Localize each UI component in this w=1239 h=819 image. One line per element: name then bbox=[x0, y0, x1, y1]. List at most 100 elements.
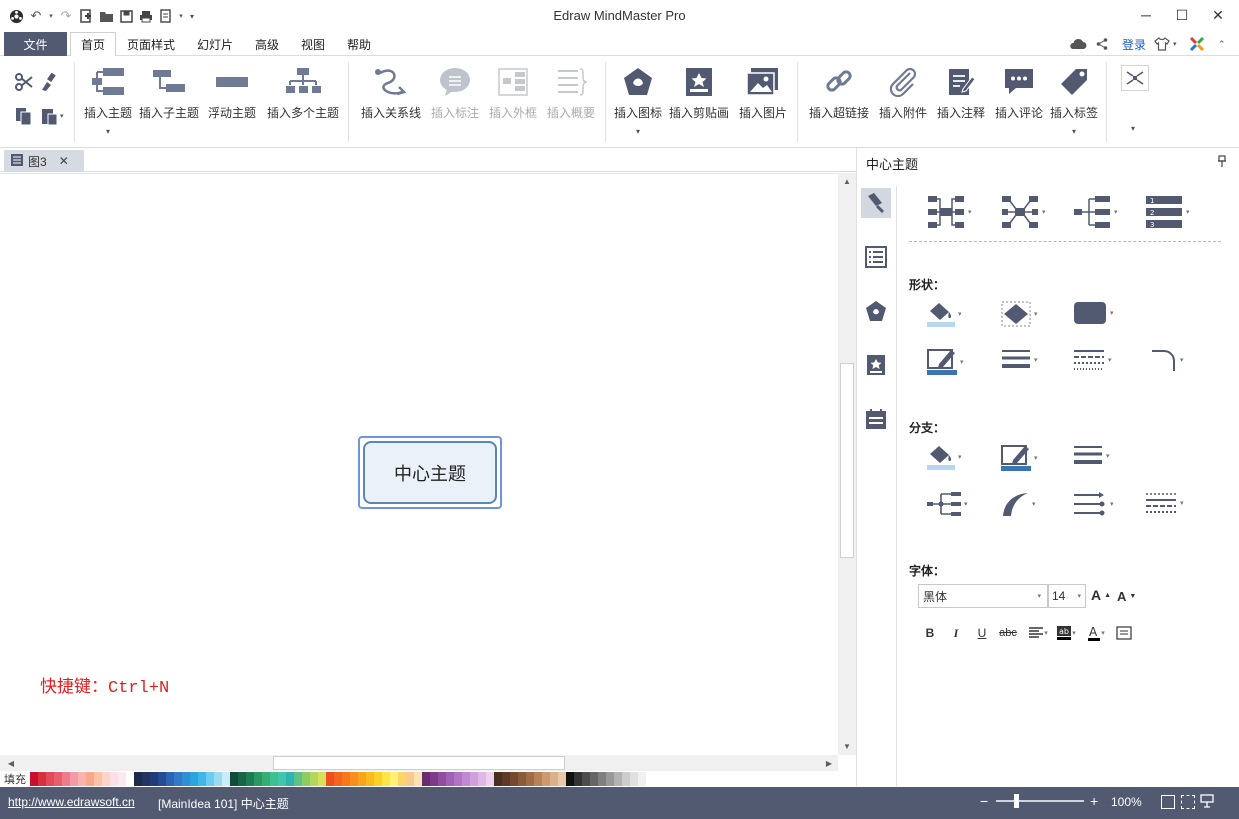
insert-tag-dropdown-icon[interactable]: ▾ bbox=[1072, 127, 1076, 136]
color-swatch[interactable] bbox=[550, 772, 558, 786]
insert-boundary-button[interactable]: 插入外框 bbox=[489, 64, 537, 121]
insert-topic-dropdown-icon[interactable]: ▾ bbox=[106, 127, 110, 136]
color-swatch[interactable] bbox=[62, 772, 70, 786]
central-topic[interactable]: 中心主题 bbox=[358, 436, 502, 509]
color-swatch[interactable] bbox=[206, 772, 214, 786]
insert-summary-button[interactable]: 插入概要 bbox=[547, 64, 595, 121]
color-swatch[interactable] bbox=[30, 772, 38, 786]
layout-map-dropdown-icon[interactable]: ▾ bbox=[1131, 124, 1135, 133]
color-swatch[interactable] bbox=[150, 772, 158, 786]
undo-icon[interactable]: ↶ bbox=[26, 6, 46, 26]
app-logo-icon[interactable] bbox=[6, 6, 26, 26]
branch-dash-button[interactable]: ▾ bbox=[1145, 491, 1184, 515]
color-swatch[interactable] bbox=[478, 772, 486, 786]
open-folder-icon[interactable] bbox=[96, 6, 116, 26]
font-family-select[interactable]: 黑体 ▾ bbox=[918, 584, 1048, 608]
paste-icon[interactable] bbox=[40, 106, 60, 129]
color-swatch[interactable] bbox=[302, 772, 310, 786]
color-swatch[interactable] bbox=[318, 772, 326, 786]
underline-button[interactable]: U bbox=[971, 624, 993, 642]
insert-relationship-button[interactable]: 插入关系线 bbox=[361, 64, 421, 121]
insert-note-button[interactable]: 插入注释 bbox=[937, 64, 985, 121]
close-icon[interactable]: ✕ bbox=[1200, 0, 1236, 30]
color-swatch[interactable] bbox=[158, 772, 166, 786]
color-swatch[interactable] bbox=[214, 772, 222, 786]
insert-icon-dropdown-icon[interactable]: ▾ bbox=[636, 127, 640, 136]
decrease-font-icon[interactable]: A ▼ bbox=[1117, 589, 1136, 604]
style-brush-icon[interactable] bbox=[861, 188, 891, 218]
task-calendar-icon[interactable] bbox=[861, 404, 891, 434]
color-swatch[interactable] bbox=[566, 772, 574, 786]
bold-button[interactable]: B bbox=[919, 624, 941, 642]
floating-topic-button[interactable]: 浮动主题 bbox=[208, 64, 256, 121]
tab-home[interactable]: 首页 bbox=[70, 32, 116, 57]
save-icon[interactable] bbox=[116, 6, 136, 26]
layout-map-icon[interactable] bbox=[1121, 65, 1149, 91]
color-swatch[interactable] bbox=[374, 772, 382, 786]
color-swatch[interactable] bbox=[334, 772, 342, 786]
color-swatch[interactable] bbox=[230, 772, 238, 786]
copy-icon[interactable] bbox=[14, 106, 34, 129]
color-swatch[interactable] bbox=[254, 772, 262, 786]
insert-icon-button[interactable]: 插入图标 ▾ bbox=[614, 64, 662, 136]
outline-list-icon[interactable] bbox=[861, 242, 891, 272]
color-swatch[interactable] bbox=[430, 772, 438, 786]
color-swatch[interactable] bbox=[294, 772, 302, 786]
color-swatch[interactable] bbox=[454, 772, 462, 786]
color-swatch[interactable] bbox=[518, 772, 526, 786]
cloud-icon[interactable] bbox=[1069, 35, 1087, 53]
color-swatch[interactable] bbox=[278, 772, 286, 786]
new-file-icon[interactable] bbox=[76, 6, 96, 26]
shape-style-button[interactable]: ▾ bbox=[1001, 301, 1038, 327]
tab-advanced[interactable]: 高级 bbox=[246, 32, 288, 56]
shape-border-weight-button[interactable]: ▾ bbox=[1001, 348, 1038, 372]
insert-multiple-topics-button[interactable]: 插入多个主题 bbox=[267, 64, 339, 121]
apps-icon[interactable] bbox=[1189, 35, 1205, 53]
color-swatch[interactable] bbox=[270, 772, 278, 786]
color-swatch[interactable] bbox=[414, 772, 422, 786]
clipart-library-icon[interactable] bbox=[861, 350, 891, 380]
color-swatch[interactable] bbox=[190, 772, 198, 786]
horizontal-scroll-thumb[interactable] bbox=[273, 756, 565, 770]
color-swatch[interactable] bbox=[350, 772, 358, 786]
color-swatches[interactable] bbox=[30, 772, 646, 786]
color-swatch[interactable] bbox=[622, 772, 630, 786]
website-link[interactable]: http://www.edrawsoft.cn bbox=[8, 795, 135, 809]
font-size-select[interactable]: 14 ▾ bbox=[1048, 584, 1086, 608]
insert-hyperlink-button[interactable]: 插入超链接 bbox=[809, 64, 869, 121]
tab-page-style[interactable]: 页面样式 bbox=[120, 32, 182, 56]
insert-attachment-button[interactable]: 插入附件 bbox=[879, 64, 927, 121]
format-painter-icon[interactable] bbox=[40, 72, 58, 95]
color-swatch[interactable] bbox=[246, 772, 254, 786]
color-swatch[interactable] bbox=[542, 772, 550, 786]
color-swatch[interactable] bbox=[574, 772, 582, 786]
color-swatch[interactable] bbox=[142, 772, 150, 786]
color-swatch[interactable] bbox=[110, 772, 118, 786]
zoom-slider-handle[interactable] bbox=[1014, 794, 1019, 808]
color-swatch[interactable] bbox=[390, 772, 398, 786]
scroll-right-icon[interactable]: ▶ bbox=[820, 755, 838, 771]
fit-page-icon[interactable] bbox=[1161, 795, 1175, 809]
color-swatch[interactable] bbox=[238, 772, 246, 786]
color-swatch[interactable] bbox=[438, 772, 446, 786]
tab-slideshow[interactable]: 幻灯片 bbox=[190, 32, 240, 56]
export-icon[interactable] bbox=[156, 6, 176, 26]
insert-callout-button[interactable]: 插入标注 bbox=[431, 64, 479, 121]
color-swatch[interactable] bbox=[486, 772, 494, 786]
color-swatch[interactable] bbox=[174, 772, 182, 786]
layout-mindmap-button[interactable]: ▾ bbox=[927, 194, 972, 230]
text-highlight-icon[interactable]: ab ▾ bbox=[1053, 624, 1079, 642]
color-swatch[interactable] bbox=[78, 772, 86, 786]
color-swatch[interactable] bbox=[526, 772, 534, 786]
export-dropdown-icon[interactable]: ▾ bbox=[176, 6, 186, 26]
color-swatch[interactable] bbox=[286, 772, 294, 786]
theme-dropdown-icon[interactable]: ▾ bbox=[1173, 35, 1177, 53]
color-swatch[interactable] bbox=[446, 772, 454, 786]
print-icon[interactable] bbox=[136, 6, 156, 26]
insert-image-button[interactable]: 插入图片 bbox=[739, 64, 787, 121]
close-tab-icon[interactable]: ✕ bbox=[59, 154, 69, 168]
branch-connector-style-button[interactable]: ▾ bbox=[927, 491, 968, 517]
pin-icon[interactable] bbox=[1217, 155, 1227, 170]
color-swatch[interactable] bbox=[614, 772, 622, 786]
shape-fill-button[interactable]: ▾ bbox=[927, 301, 962, 327]
